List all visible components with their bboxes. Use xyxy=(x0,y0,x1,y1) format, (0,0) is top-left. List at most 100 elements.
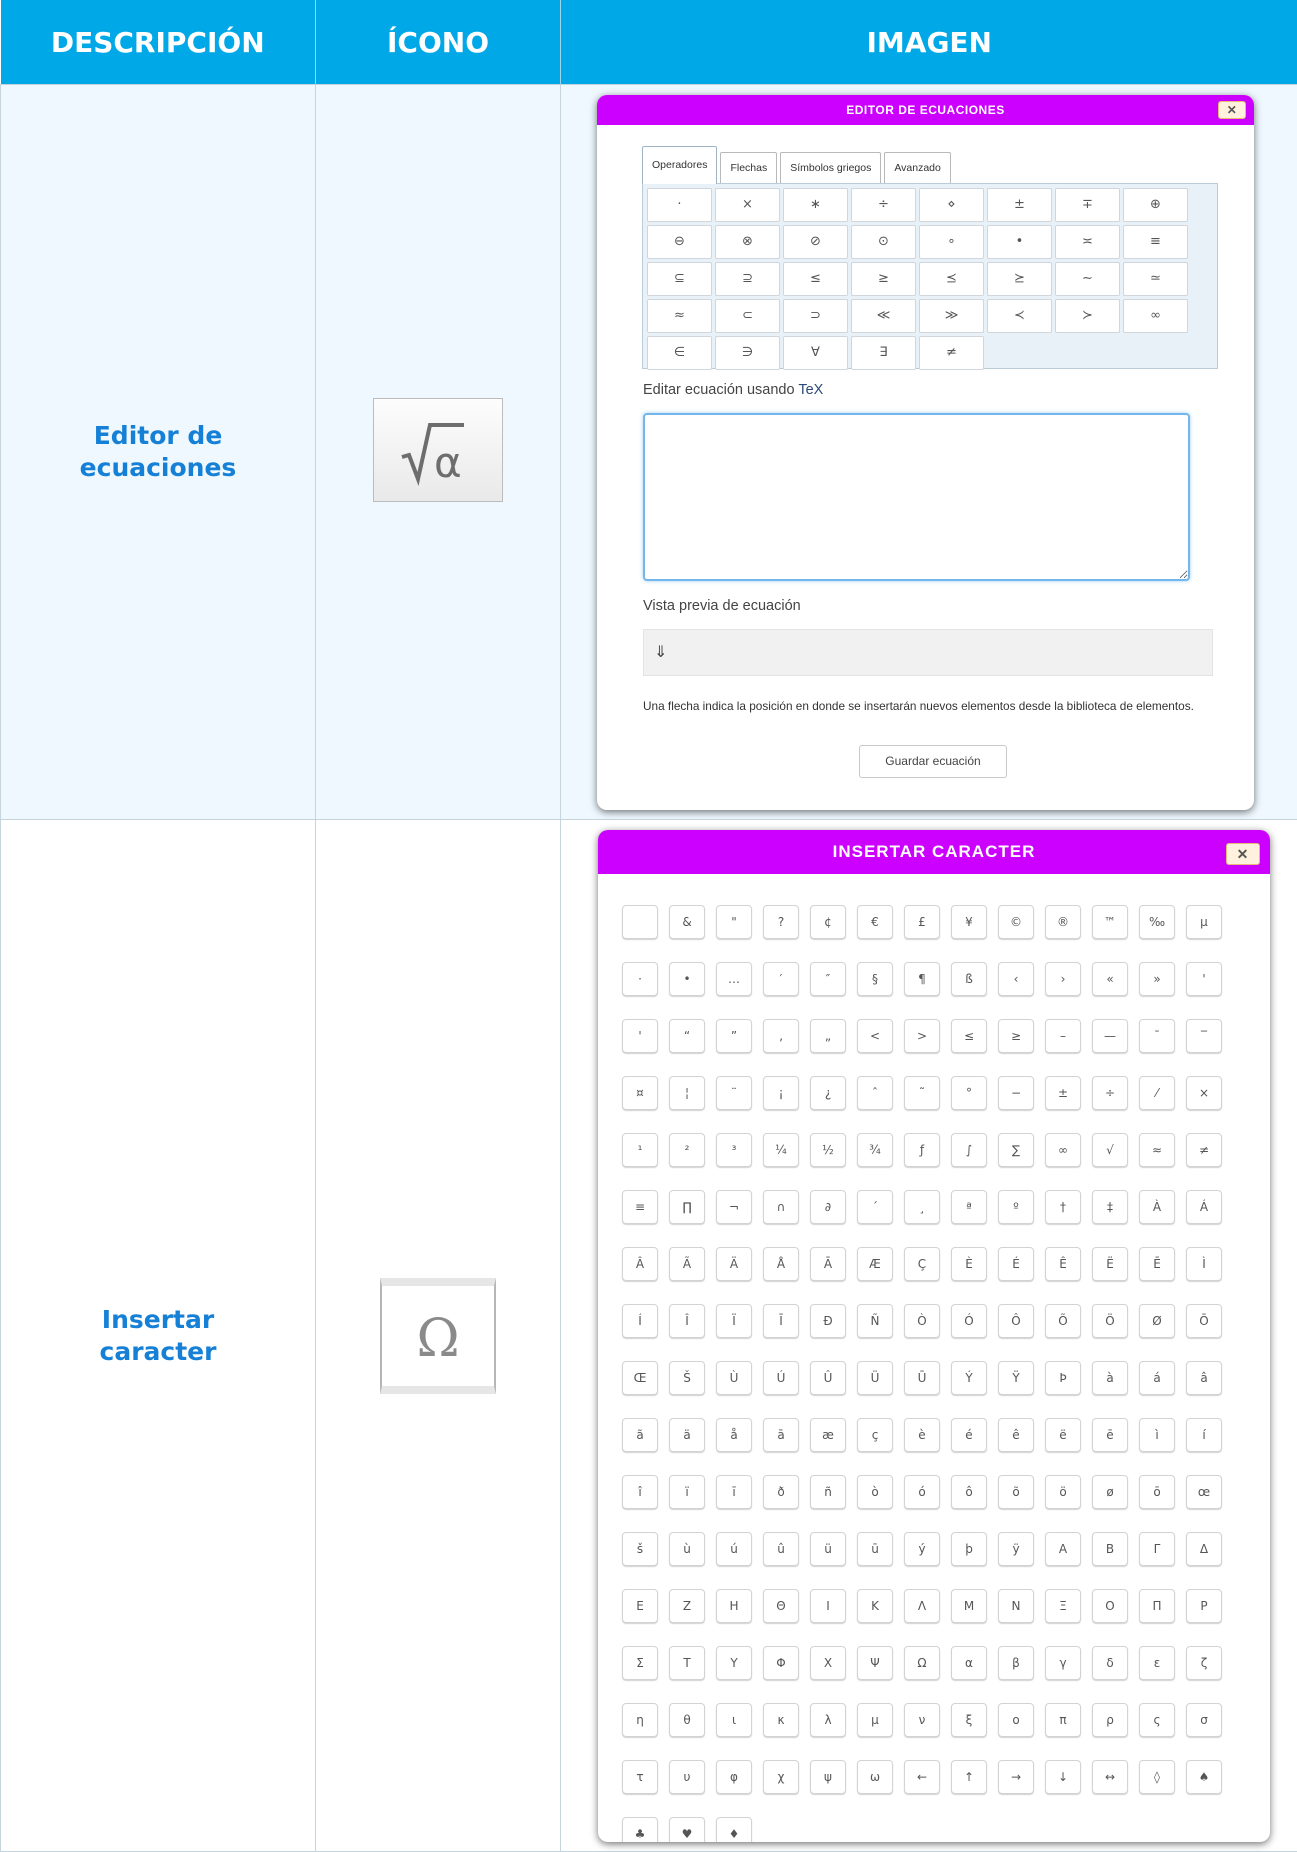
character-button[interactable]: © xyxy=(998,905,1034,939)
character-button[interactable]: ā xyxy=(763,1418,799,1452)
character-button[interactable]: ο xyxy=(998,1703,1034,1737)
equation-tex-input[interactable] xyxy=(643,413,1190,581)
character-button[interactable]: œ xyxy=(1186,1475,1222,1509)
character-button[interactable]: Ü xyxy=(857,1361,893,1395)
operator-button[interactable]: ∋ xyxy=(715,336,780,370)
character-button[interactable]: Ä xyxy=(716,1247,752,1281)
character-button[interactable]: Ú xyxy=(763,1361,799,1395)
character-button[interactable]: σ xyxy=(1186,1703,1222,1737)
character-button[interactable]: Ù xyxy=(716,1361,752,1395)
character-button[interactable]: ψ xyxy=(810,1760,846,1794)
character-button[interactable]: ∩ xyxy=(763,1190,799,1224)
character-button[interactable]: Α xyxy=(1045,1532,1081,1566)
character-button[interactable]: Ð xyxy=(810,1304,846,1338)
character-button[interactable]: Ý xyxy=(951,1361,987,1395)
character-button[interactable]: è xyxy=(904,1418,940,1452)
character-button[interactable]: ♦ xyxy=(716,1817,752,1842)
character-button[interactable]: Ã xyxy=(669,1247,705,1281)
character-button[interactable]: ν xyxy=(904,1703,940,1737)
operator-button[interactable]: ≃ xyxy=(1123,262,1188,296)
character-button[interactable]: « xyxy=(1092,962,1128,996)
operator-button[interactable]: × xyxy=(715,188,780,222)
tex-link[interactable]: TeX xyxy=(798,382,823,398)
character-button[interactable]: û xyxy=(763,1532,799,1566)
character-button[interactable]: Ō xyxy=(1186,1304,1222,1338)
character-button[interactable]: é xyxy=(951,1418,987,1452)
character-button[interactable]: ª xyxy=(951,1190,987,1224)
character-button[interactable]: ¨ xyxy=(716,1076,752,1110)
character-button[interactable]: ì xyxy=(1139,1418,1175,1452)
character-button[interactable]: Â xyxy=(622,1247,658,1281)
character-button[interactable]: ¯ xyxy=(1139,1019,1175,1053)
character-button[interactable]: þ xyxy=(951,1532,987,1566)
character-button[interactable]: · xyxy=(622,962,658,996)
character-button[interactable]: ú xyxy=(716,1532,752,1566)
character-button[interactable]: Á xyxy=(1186,1190,1222,1224)
character-button[interactable]: ↔ xyxy=(1092,1760,1128,1794)
character-button[interactable]: Ρ xyxy=(1186,1589,1222,1623)
character-button[interactable]: – xyxy=(1045,1019,1081,1053)
character-button[interactable]: < xyxy=(857,1019,893,1053)
character-button[interactable]: ‰ xyxy=(1139,905,1175,939)
character-button[interactable]: ¾ xyxy=(857,1133,893,1167)
operator-button[interactable]: ∼ xyxy=(1055,262,1120,296)
character-button[interactable]: ó xyxy=(904,1475,940,1509)
character-button[interactable]: ¹ xyxy=(622,1133,658,1167)
character-button[interactable]: Ι xyxy=(810,1589,846,1623)
character-button[interactable]: Œ xyxy=(622,1361,658,1395)
character-button[interactable]: ” xyxy=(716,1019,752,1053)
operator-button[interactable]: ∈ xyxy=(647,336,712,370)
character-button[interactable]: ? xyxy=(763,905,799,939)
operator-button[interactable]: ⊙ xyxy=(851,225,916,259)
character-button[interactable]: ′ xyxy=(763,962,799,996)
character-button[interactable]: … xyxy=(716,962,752,996)
character-button[interactable]: ð xyxy=(763,1475,799,1509)
character-button[interactable]: ∞ xyxy=(1045,1133,1081,1167)
character-button[interactable]: È xyxy=(951,1247,987,1281)
character-button[interactable]: á xyxy=(1139,1361,1175,1395)
character-button[interactable]: ß xyxy=(951,962,987,996)
character-button[interactable]: õ xyxy=(998,1475,1034,1509)
operator-button[interactable]: ≻ xyxy=(1055,299,1120,333)
character-button[interactable]: κ xyxy=(763,1703,799,1737)
operator-button[interactable]: ≪ xyxy=(851,299,916,333)
character-button[interactable]: ≡ xyxy=(622,1190,658,1224)
character-button[interactable]: ' xyxy=(622,1019,658,1053)
character-button[interactable]: Õ xyxy=(1045,1304,1081,1338)
character-button[interactable]: Ω xyxy=(904,1646,940,1680)
character-button[interactable]: í xyxy=(1186,1418,1222,1452)
character-button[interactable]: ¼ xyxy=(763,1133,799,1167)
character-button[interactable]: ç xyxy=(857,1418,893,1452)
operator-button[interactable]: ≠ xyxy=(919,336,984,370)
character-button[interactable]: Τ xyxy=(669,1646,705,1680)
operator-button[interactable]: ⊕ xyxy=(1123,188,1188,222)
character-button[interactable]: Υ xyxy=(716,1646,752,1680)
character-button[interactable]: φ xyxy=(716,1760,752,1794)
character-button[interactable]: † xyxy=(1045,1190,1081,1224)
operator-button[interactable]: ≈ xyxy=(647,299,712,333)
character-button[interactable]: ˆ xyxy=(857,1076,893,1110)
character-button[interactable]: δ xyxy=(1092,1646,1128,1680)
character-button[interactable]: ñ xyxy=(810,1475,846,1509)
character-button[interactable]: ½ xyxy=(810,1133,846,1167)
character-button[interactable]: ≠ xyxy=(1186,1133,1222,1167)
character-button[interactable]: " xyxy=(716,905,752,939)
character-button[interactable]: λ xyxy=(810,1703,846,1737)
character-button[interactable]: ∂ xyxy=(810,1190,846,1224)
character-button[interactable]: ‾ xyxy=(1186,1019,1222,1053)
operator-button[interactable]: ≤ xyxy=(783,262,848,296)
character-button[interactable]: Β xyxy=(1092,1532,1128,1566)
character-button[interactable]: › xyxy=(1045,962,1081,996)
character-button[interactable]: à xyxy=(1092,1361,1128,1395)
character-button[interactable]: £ xyxy=(904,905,940,939)
character-button[interactable]: ý xyxy=(904,1532,940,1566)
character-button[interactable]: ε xyxy=(1139,1646,1175,1680)
character-button[interactable]: Μ xyxy=(951,1589,987,1623)
character-button[interactable]: Ζ xyxy=(669,1589,705,1623)
tab-flechas[interactable]: Flechas xyxy=(720,152,777,184)
character-button[interactable]: τ xyxy=(622,1760,658,1794)
operator-button[interactable]: ⊘ xyxy=(783,225,848,259)
operator-button[interactable]: ÷ xyxy=(851,188,916,222)
character-button[interactable]: ω xyxy=(857,1760,893,1794)
operator-button[interactable]: ∃ xyxy=(851,336,916,370)
